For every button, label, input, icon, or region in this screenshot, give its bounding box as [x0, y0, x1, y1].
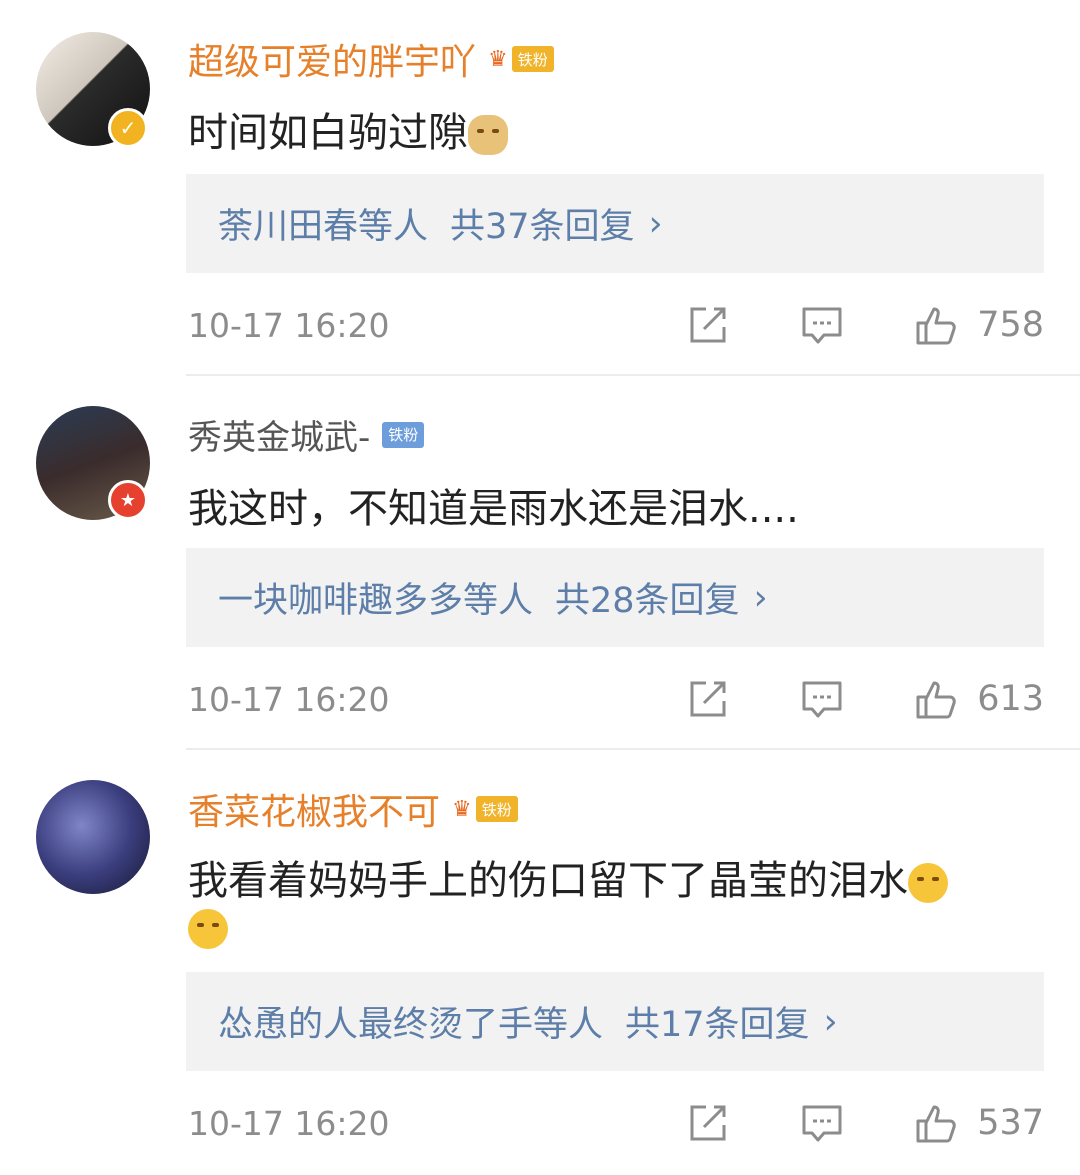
username[interactable]: 秀英金城武- 铁粉	[188, 410, 425, 459]
username[interactable]: 超级可爱的胖宇吖 ♛ 铁粉	[188, 33, 554, 85]
share-icon[interactable]	[685, 676, 731, 722]
comment-item: 香菜花椒我不可 ♛ 铁粉 我看着妈妈手上的伤口留下了晶莹的泪水 怂恿的人最终烫了…	[0, 750, 1080, 1175]
comment-text: 我看着妈妈手上的伤口留下了晶莹的泪水	[188, 848, 948, 906]
reply-summary[interactable]: 一块咖啡趣多多等人 共28条回复 ›	[186, 548, 1044, 647]
like-count: 758	[977, 305, 1044, 345]
comment-item: ★ 秀英金城武- 铁粉 我这时，不知道是雨水还是泪水.... 一块咖啡趣多多等人…	[0, 376, 1080, 749]
like-icon[interactable]	[913, 302, 959, 348]
timestamp: 10-17 16:20	[188, 306, 390, 345]
comment-icon[interactable]	[799, 1100, 845, 1146]
timestamp: 10-17 16:20	[188, 680, 390, 719]
reply-summary[interactable]: 荼川田春等人 共37条回复 ›	[186, 174, 1044, 273]
sleepy-emoji-icon	[908, 863, 948, 903]
action-bar: 537	[685, 1100, 1044, 1146]
chevron-right-icon: ›	[648, 203, 663, 244]
comment-text-content: 我看着妈妈手上的伤口留下了晶莹的泪水	[188, 858, 908, 904]
reply-count: 共28条回复	[555, 581, 740, 621]
action-bar: 613	[685, 676, 1044, 722]
verified-badge-icon: ✓	[108, 108, 148, 148]
username[interactable]: 香菜花椒我不可 ♛ 铁粉	[188, 783, 518, 835]
reply-users: 一块咖啡趣多多等人	[218, 581, 534, 621]
username-text[interactable]: 超级可爱的胖宇吖	[188, 33, 476, 85]
avatar[interactable]	[36, 780, 150, 894]
like-count: 537	[977, 1103, 1044, 1143]
fan-badge-label: 铁粉	[475, 796, 518, 822]
comment-text: 我这时，不知道是雨水还是泪水....	[188, 486, 799, 532]
like-icon[interactable]	[913, 1100, 959, 1146]
comment-icon[interactable]	[799, 302, 845, 348]
comment-item: ✓ 超级可爱的胖宇吖 ♛ 铁粉 时间如白驹过隙 荼川田春等人 共37条回复 › …	[0, 0, 1080, 375]
comment-text: 时间如白驹过隙	[188, 100, 508, 158]
comment-text-line2	[188, 904, 228, 950]
chevron-right-icon: ›	[753, 577, 768, 618]
reply-summary[interactable]: 怂恿的人最终烫了手等人 共17条回复 ›	[186, 972, 1044, 1071]
reply-users: 怂恿的人最终烫了手等人	[218, 1005, 604, 1045]
crown-icon: ♛	[488, 46, 508, 72]
sleepy-emoji-icon	[188, 909, 228, 949]
username-text[interactable]: 香菜花椒我不可	[188, 783, 440, 835]
chevron-right-icon: ›	[823, 1001, 838, 1042]
fan-badge-label: 铁粉	[511, 46, 554, 72]
fan-badge: ♛ 铁粉	[452, 796, 518, 822]
comment-icon[interactable]	[799, 676, 845, 722]
like-count: 613	[977, 679, 1044, 719]
fan-badge: 铁粉	[382, 421, 425, 448]
username-text[interactable]: 秀英金城武-	[188, 410, 370, 459]
share-icon[interactable]	[685, 1100, 731, 1146]
like-icon[interactable]	[913, 676, 959, 722]
fan-badge: ♛ 铁粉	[488, 46, 554, 72]
timestamp: 10-17 16:20	[188, 1104, 390, 1143]
crown-icon: ♛	[452, 796, 472, 822]
reply-count: 共17条回复	[625, 1005, 810, 1045]
action-bar: 758	[685, 302, 1044, 348]
reply-count: 共37条回复	[450, 207, 635, 247]
comment-text-content: 时间如白驹过隙	[188, 110, 468, 156]
reply-users: 荼川田春等人	[218, 207, 429, 247]
share-icon[interactable]	[685, 302, 731, 348]
comment-list: ✓ 超级可爱的胖宇吖 ♛ 铁粉 时间如白驹过隙 荼川田春等人 共37条回复 › …	[0, 0, 1080, 1175]
doge-emoji-icon	[468, 115, 508, 155]
star-badge-icon: ★	[108, 480, 148, 520]
